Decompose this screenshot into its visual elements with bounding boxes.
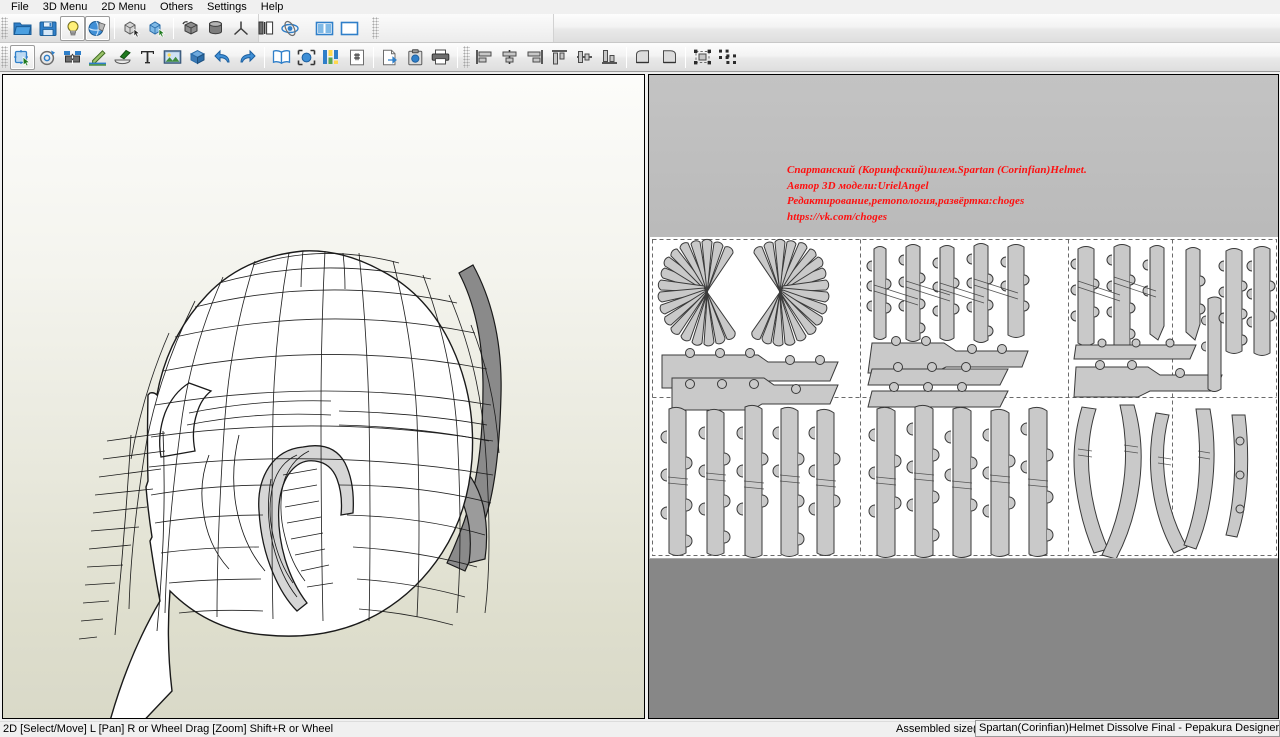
toolbar-separator (373, 46, 374, 68)
2d-unfold-viewport[interactable]: Спартанский (Коринфский)шлем.Spartan (Co… (648, 74, 1279, 719)
auto-label: Auto (495, 22, 518, 34)
auto-checkbox[interactable] (479, 22, 491, 34)
menu-item-others[interactable]: Others (153, 1, 200, 13)
cylinder-primitive-icon[interactable] (203, 16, 228, 41)
menu-item-2d-menu[interactable]: 2D Menu (94, 1, 153, 13)
status-hint-text: 2D [Select/Move] L [Pan] R or Wheel Drag… (3, 723, 334, 735)
align-left-icon[interactable] (472, 45, 497, 70)
auto-checkbox-group[interactable]: Auto (479, 22, 518, 34)
align-middle-v-icon[interactable] (572, 45, 597, 70)
unfold-page-sheet[interactable] (650, 237, 1278, 558)
align-center-h-icon[interactable] (497, 45, 522, 70)
menu-item-3d-menu[interactable]: 3D Menu (36, 1, 95, 13)
align-top-icon[interactable] (547, 45, 572, 70)
part-group-vertical-strips-b (1070, 244, 1206, 348)
toolbar-separator (264, 46, 265, 68)
credit-line-2: Автор 3D модели:UrielAngel (787, 179, 929, 192)
3d-model-viewport[interactable] (2, 74, 645, 719)
edit-line-icon[interactable] (85, 45, 110, 70)
part-long-bar (661, 348, 839, 411)
erase-flap-icon[interactable] (110, 45, 135, 70)
cone-primitive-icon[interactable] (228, 16, 253, 41)
part-group-long-strips-mid (868, 404, 1054, 558)
2d-background-lower (649, 559, 1278, 718)
unfolded-parts-layout (652, 238, 1277, 558)
export-page-icon[interactable] (378, 45, 403, 70)
save-file-icon[interactable] (35, 16, 60, 41)
pepakura-designer-window: File 3D Menu 2D Menu Others Settings Hel… (0, 0, 1280, 737)
rotate-part-icon[interactable] (35, 45, 60, 70)
halfpipe-primitive-icon[interactable] (253, 16, 278, 41)
toolbar-separator (307, 17, 308, 39)
part-group-vertical-strips-c (1218, 246, 1276, 356)
toolbar2-grip-2[interactable] (463, 46, 470, 68)
select-group-icon[interactable] (144, 16, 169, 41)
join-disconnect-icon[interactable] (60, 45, 85, 70)
unfold-3d-icon[interactable] (185, 45, 210, 70)
toolbar2-grip[interactable] (1, 46, 8, 68)
part-fan-rosette-left (657, 238, 830, 347)
add-text-icon[interactable] (135, 45, 160, 70)
toolbar-grip-2[interactable] (372, 17, 379, 39)
undo-icon[interactable] (210, 45, 235, 70)
flip-horizontal-icon[interactable] (631, 45, 656, 70)
toolbar-grip[interactable] (1, 17, 8, 39)
page-number-icon[interactable] (344, 45, 369, 70)
toolbar-separator (685, 46, 686, 68)
orbit-eye-icon[interactable] (278, 16, 303, 41)
model-credit-annotation: Спартанский (Коринфский)шлем.Spartan (Co… (787, 163, 1087, 225)
credit-line-1: Спартанский (Коринфский)шлем.Spartan (Co… (787, 164, 1087, 176)
single-view-icon[interactable] (337, 16, 362, 41)
align-right-icon[interactable] (522, 45, 547, 70)
window-title-button[interactable]: Spartan(Corinfian)Helmet Dissolve Final … (975, 720, 1280, 737)
add-image-icon[interactable] (160, 45, 185, 70)
open-book-icon[interactable] (269, 45, 294, 70)
credit-line-3: Редактирование,ретопология,развёртка:cho… (787, 195, 1025, 207)
print-icon[interactable] (428, 45, 453, 70)
toolbar-separator (457, 46, 458, 68)
split-view-icon[interactable] (312, 16, 337, 41)
cube-primitive-icon[interactable] (178, 16, 203, 41)
main-toolbar: Undo Unfold Auto (0, 14, 1280, 43)
texture-sphere-icon[interactable] (85, 15, 110, 41)
menu-item-settings[interactable]: Settings (200, 1, 254, 13)
copy-clipboard-icon[interactable] (403, 45, 428, 70)
toolbar-separator (366, 17, 367, 39)
part-group-curved-ribbons (1073, 404, 1249, 558)
toolbar-separator (626, 46, 627, 68)
light-bulb-icon[interactable] (60, 15, 85, 41)
select-face-icon[interactable] (119, 16, 144, 41)
work-area: Спартанский (Коринфский)шлем.Spartan (Co… (0, 73, 1280, 721)
group-parts-icon[interactable] (690, 45, 715, 70)
select-move-icon[interactable] (10, 44, 35, 70)
credit-line-4: https://vk.com/choges (787, 210, 888, 223)
part-group-long-strips-left (660, 404, 841, 558)
toolbar-separator (173, 17, 174, 39)
toolbar-separator (114, 17, 115, 39)
menu-item-file[interactable]: File (4, 1, 36, 13)
ungroup-parts-icon[interactable] (715, 45, 740, 70)
menu-item-help[interactable]: Help (254, 1, 291, 13)
arrange-parts-icon[interactable] (319, 45, 344, 70)
flip-vertical-icon[interactable] (656, 45, 681, 70)
secondary-toolbar (0, 43, 1280, 72)
undo-unfold-button[interactable]: Undo Unfold (383, 18, 469, 38)
redo-icon[interactable] (235, 45, 260, 70)
helmet-wireframe-model (78, 250, 502, 718)
part-group-vertical-strips-a (866, 243, 1030, 343)
open-file-icon[interactable] (10, 16, 35, 41)
fit-page-icon[interactable] (294, 45, 319, 70)
align-bottom-icon[interactable] (597, 45, 622, 70)
menu-bar: File 3D Menu 2D Menu Others Settings Hel… (0, 0, 1280, 14)
part-group-horizontal-bars-a (867, 336, 1029, 408)
